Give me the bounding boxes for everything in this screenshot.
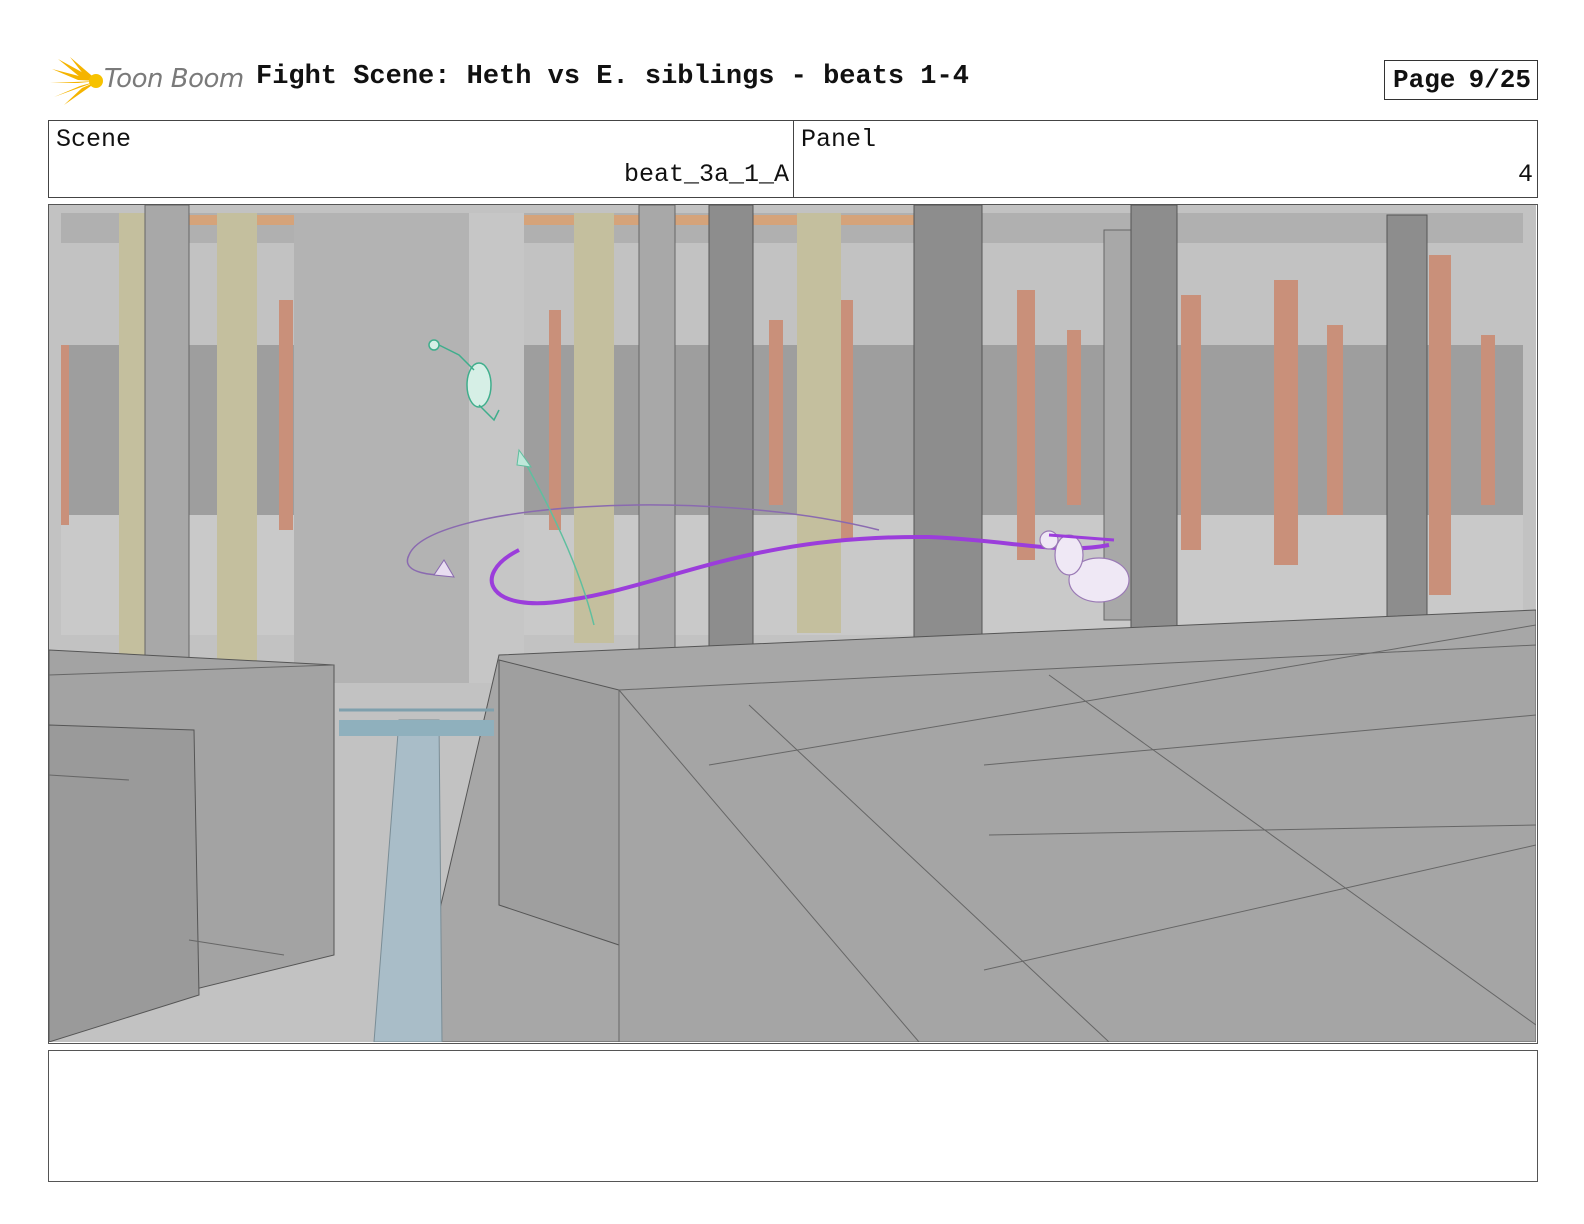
storyboard-panel xyxy=(48,204,1538,1044)
panel-cell: Panel 4 xyxy=(794,121,1537,197)
page-number: 9/25 xyxy=(1468,65,1531,95)
logo-text: Toon Boom xyxy=(104,64,244,94)
panel-label: Panel xyxy=(801,125,877,154)
info-row: Scene beat_3a_1_A Panel 4 xyxy=(48,120,1538,198)
starburst-icon xyxy=(50,57,103,105)
page-label: Page xyxy=(1393,65,1456,95)
scene-value: beat_3a_1_A xyxy=(623,160,789,189)
document-title: Fight Scene: Heth vs E. siblings - beats… xyxy=(256,62,969,92)
panel-value: 4 xyxy=(1517,160,1533,189)
railing xyxy=(339,720,494,736)
block-mid xyxy=(498,659,620,946)
scene-label: Scene xyxy=(56,125,132,154)
scene-cell: Scene beat_3a_1_A xyxy=(49,121,794,197)
mid-floor xyxy=(61,515,1523,635)
page-indicator: Page 9/25 xyxy=(1384,60,1538,100)
notes-box xyxy=(48,1050,1538,1182)
panel-drawing xyxy=(49,205,1536,1042)
